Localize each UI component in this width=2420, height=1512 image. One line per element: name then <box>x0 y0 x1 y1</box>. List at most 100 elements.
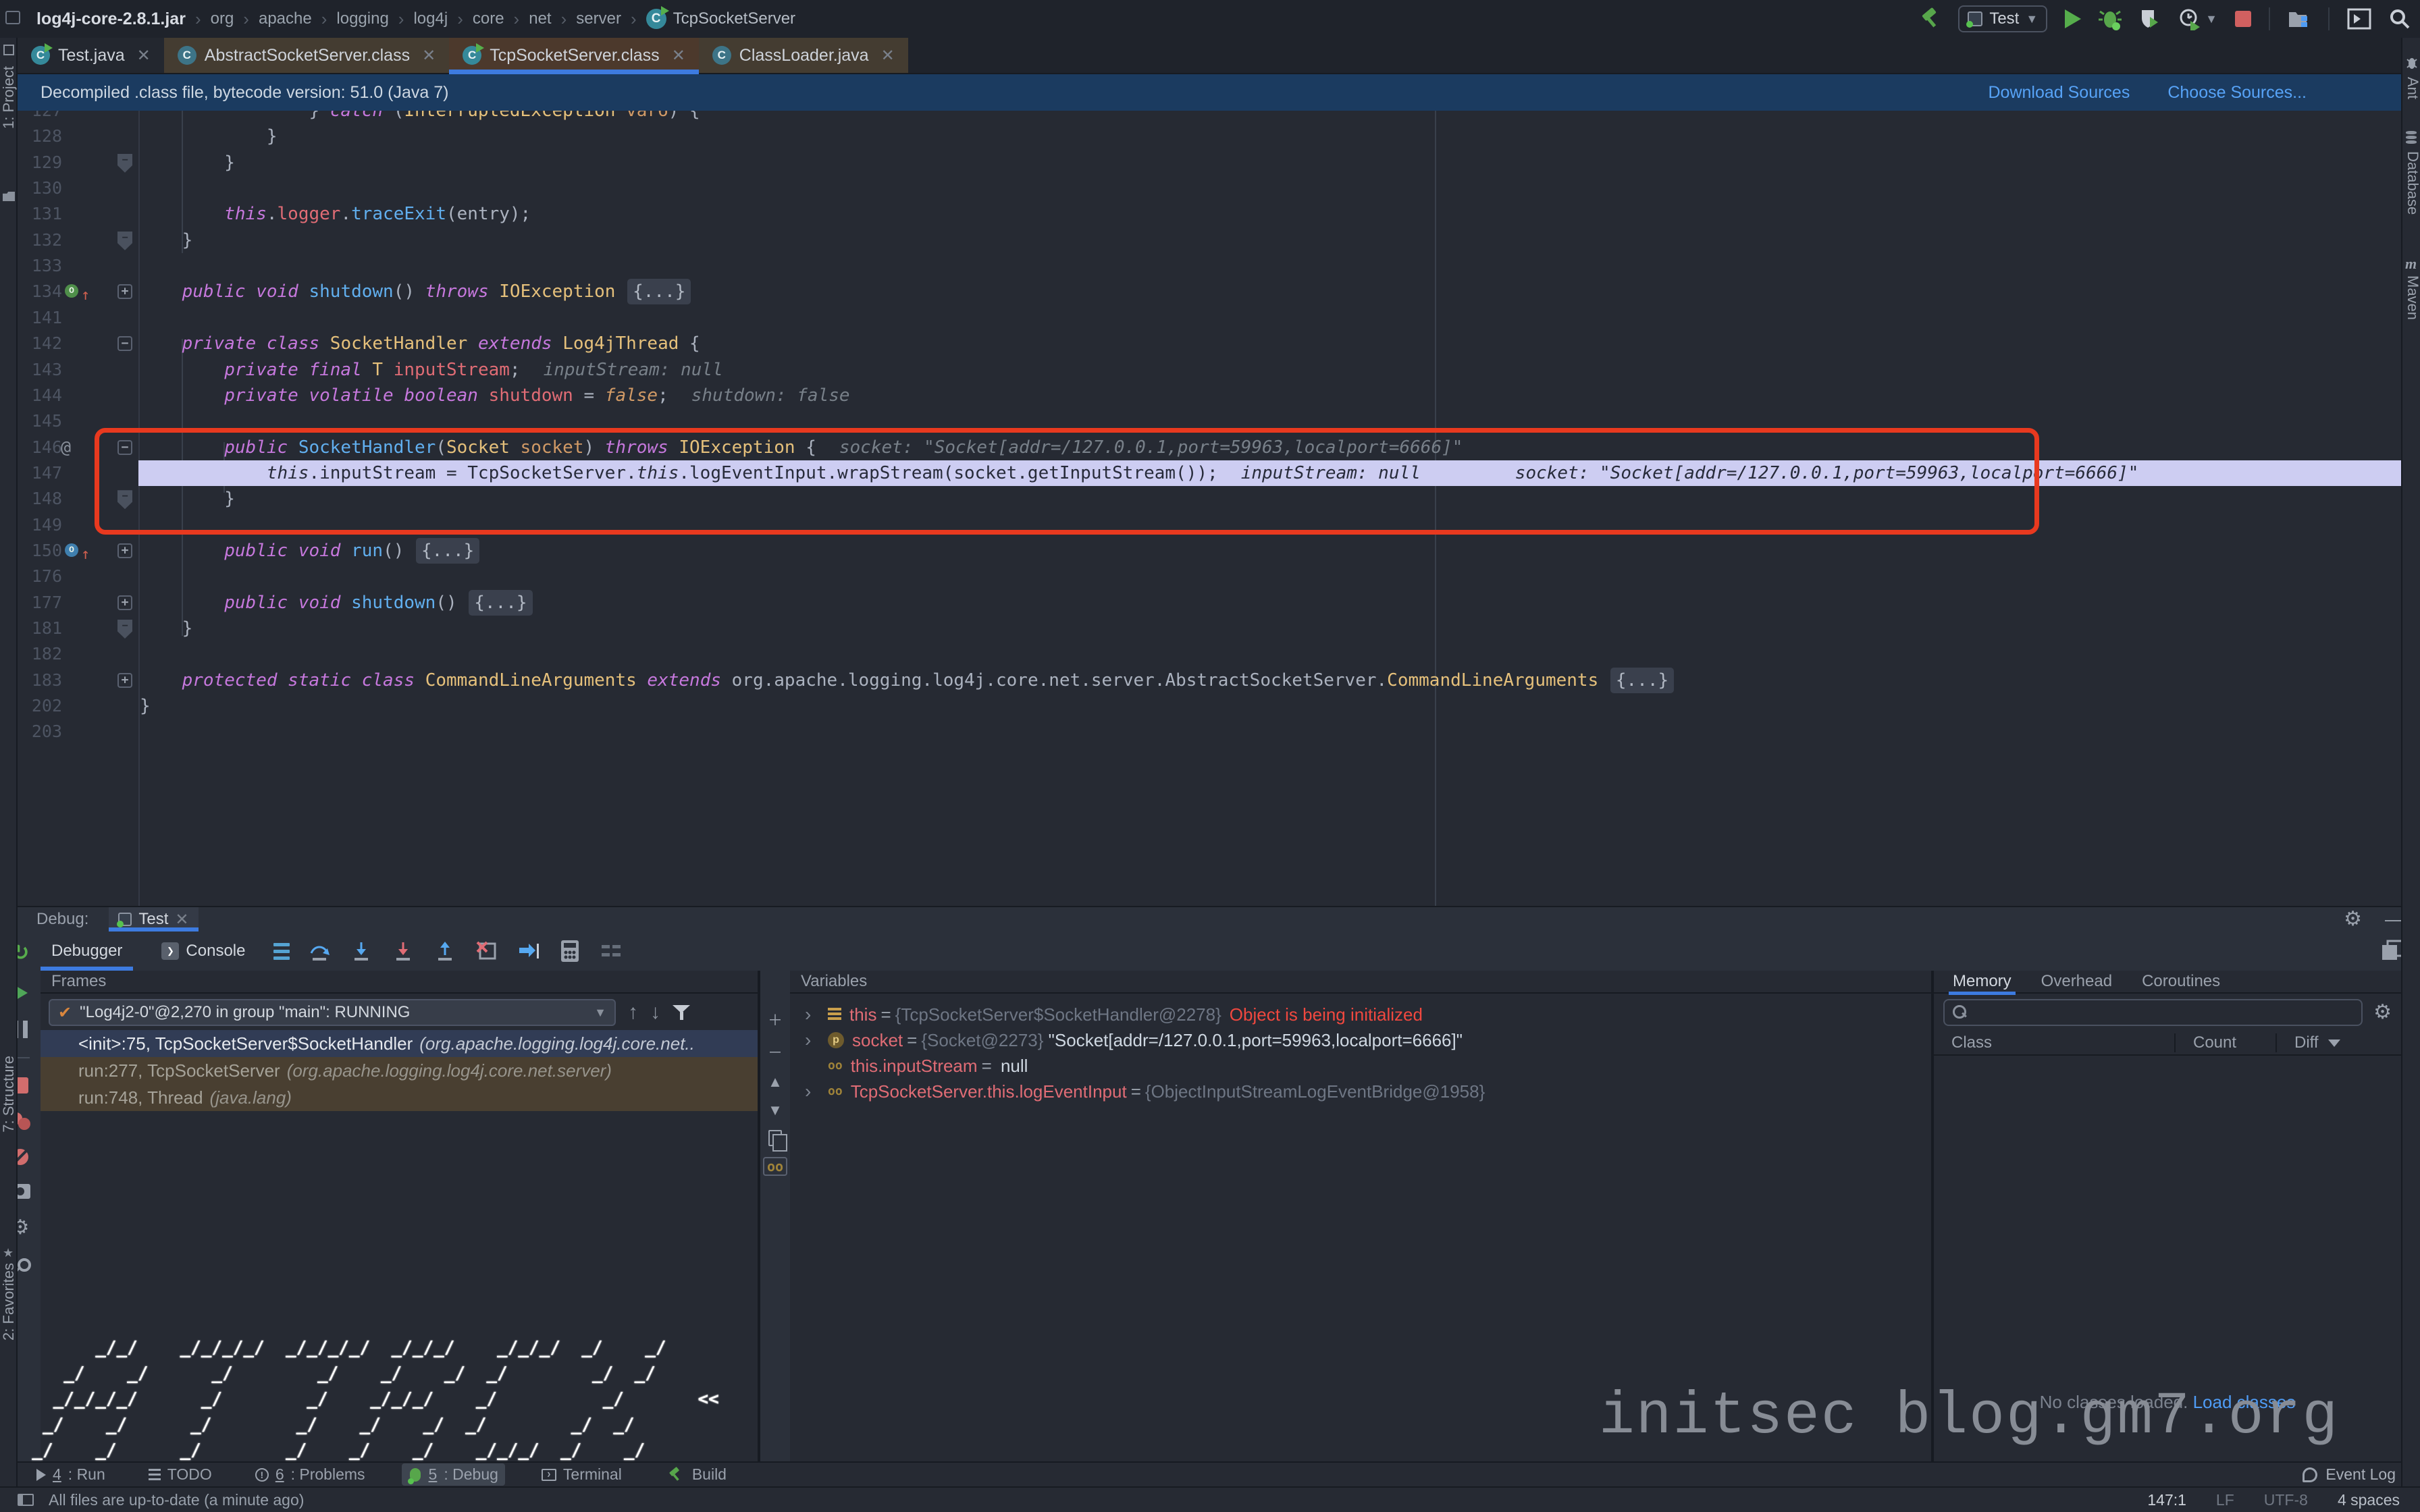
step-over-icon[interactable] <box>307 940 332 963</box>
close-icon[interactable]: ✕ <box>137 46 151 65</box>
restore-layout-icon[interactable] <box>2381 940 2404 963</box>
editor-tab[interactable]: CClassLoader.java✕ <box>699 38 908 73</box>
toolwindow-button-debug[interactable]: 5: Debug <box>402 1463 505 1486</box>
project-structure-icon[interactable] <box>2288 8 2311 30</box>
force-step-into-icon[interactable] <box>391 940 415 963</box>
editor-tab[interactable]: CTcpSocketServer.class✕ <box>449 38 699 73</box>
column-class[interactable]: Class <box>1951 1033 2174 1052</box>
expand-chevron-icon[interactable]: › <box>805 1004 828 1025</box>
fold-end-icon[interactable]: − <box>117 154 132 173</box>
fold-expand-icon[interactable]: + <box>117 595 132 610</box>
settings-filter-icon[interactable] <box>599 940 623 963</box>
show-watches-icon[interactable]: oo <box>763 1157 787 1176</box>
move-watch-up-icon[interactable]: ▲ <box>768 1073 783 1091</box>
toolwindow-button-build[interactable]: Build <box>658 1463 733 1486</box>
tab-overhead[interactable]: Overhead <box>2041 972 2112 991</box>
fold-expand-icon[interactable]: + <box>117 543 132 558</box>
tab-coroutines[interactable]: Coroutines <box>2142 972 2220 991</box>
close-icon[interactable]: ✕ <box>422 46 436 65</box>
drop-frame-icon[interactable] <box>475 940 499 963</box>
breadcrumb-item[interactable]: net <box>529 9 551 28</box>
file-encoding[interactable]: UTF-8 <box>2264 1491 2308 1509</box>
move-watch-down-icon[interactable]: ▼ <box>768 1102 783 1119</box>
toolwindow-button-run[interactable]: 4: Run <box>30 1463 112 1486</box>
run-button[interactable] <box>2065 9 2081 28</box>
run-to-cursor-icon[interactable] <box>517 940 541 963</box>
layout-options-icon[interactable] <box>273 943 290 960</box>
profiler-button[interactable]: ▼ <box>2178 7 2217 30</box>
toolwindow-button-problems[interactable]: !6: Problems <box>248 1463 372 1486</box>
toolwindow-button-terminal[interactable]: ❯Terminal <box>535 1463 629 1486</box>
next-frame-icon[interactable]: ↓ <box>650 1001 660 1024</box>
breadcrumb-item[interactable]: logging <box>336 9 388 28</box>
add-watch-icon[interactable]: ＋ <box>768 1008 783 1030</box>
variable-row[interactable]: ›psocket={Socket@2273} "Socket[addr=/127… <box>790 1027 1931 1053</box>
run-configuration-selector[interactable]: Test ▼ <box>1958 5 2047 32</box>
breadcrumb-item[interactable]: org <box>211 9 234 28</box>
debug-session-tab[interactable]: Test ✕ <box>109 907 198 932</box>
code-editor[interactable]: 127 } catch (InterruptedException var6) … <box>18 74 2401 906</box>
tab-memory[interactable]: Memory <box>1953 972 2011 991</box>
previous-frame-icon[interactable]: ↑ <box>628 1001 638 1024</box>
variable-row[interactable]: ›this={TcpSocketServer$SocketHandler@227… <box>790 1002 1931 1027</box>
download-sources-link[interactable]: Download Sources <box>1988 83 2130 103</box>
fold-collapse-icon[interactable]: − <box>117 336 132 351</box>
memory-settings-gear-icon[interactable]: ⚙ <box>2373 1002 2392 1023</box>
search-everywhere-icon[interactable] <box>2389 8 2411 30</box>
stack-frame-row[interactable]: run:277, TcpSocketServer(org.apache.logg… <box>41 1057 758 1084</box>
editor-tab[interactable]: CTest.java✕ <box>18 38 164 73</box>
sidebar-item-structure[interactable]: 7: Structure <box>0 1056 18 1133</box>
breadcrumb-item[interactable]: core <box>473 9 504 28</box>
stack-frame-row[interactable]: <init>:75, TcpSocketServer$SocketHandler… <box>41 1030 758 1057</box>
breadcrumb-item[interactable]: apache <box>259 9 312 28</box>
sidebar-item-maven[interactable]: Maven <box>2404 275 2420 320</box>
remove-watch-icon[interactable]: － <box>768 1041 783 1062</box>
thread-selector[interactable]: ✔ "Log4j2-0"@2,270 in group "main": RUNN… <box>49 999 616 1026</box>
sidebar-item-ant[interactable]: Ant <box>2404 77 2420 99</box>
choose-sources-link[interactable]: Choose Sources... <box>2167 83 2307 103</box>
stack-frame-row[interactable]: run:748, Thread(java.lang) <box>41 1084 758 1111</box>
expand-chevron-icon[interactable]: › <box>805 1029 828 1051</box>
toolwindow-button-todo[interactable]: TODO <box>142 1463 219 1486</box>
editor-tab[interactable]: CAbstractSocketServer.class✕ <box>164 38 449 73</box>
toolwindow-toggle-icon[interactable] <box>18 1494 34 1506</box>
expand-chevron-icon[interactable]: › <box>805 1081 828 1102</box>
line-ending[interactable]: LF <box>2216 1491 2234 1509</box>
hide-library-frames-icon[interactable] <box>673 1004 690 1021</box>
fold-expand-icon[interactable]: + <box>117 284 132 299</box>
folder-icon[interactable] <box>3 192 15 201</box>
breadcrumb-leaf[interactable]: CTcpSocketServer <box>646 9 795 29</box>
run-anything-icon[interactable] <box>2347 8 2371 30</box>
close-icon[interactable]: ✕ <box>881 46 895 65</box>
breadcrumb-item[interactable]: log4j <box>413 9 448 28</box>
sidebar-item-project[interactable]: 1: Project <box>0 66 18 129</box>
fold-end-icon[interactable]: − <box>117 620 132 639</box>
column-count[interactable]: Count <box>2174 1033 2276 1052</box>
debug-settings-gear-icon[interactable]: ⚙ <box>2344 909 2362 929</box>
close-icon[interactable]: ✕ <box>672 46 685 65</box>
sidebar-item-database[interactable]: Database <box>2404 151 2420 215</box>
fold-expand-icon[interactable]: + <box>117 673 132 688</box>
breadcrumb-jar[interactable]: log4j-core-2.8.1.jar <box>36 9 186 29</box>
tab-debugger[interactable]: Debugger <box>41 932 133 971</box>
step-into-icon[interactable] <box>349 940 373 963</box>
override-marker-icon[interactable]: O <box>65 284 78 298</box>
memory-search-input[interactable] <box>1943 999 2363 1026</box>
run-with-coverage-button[interactable] <box>2139 7 2161 30</box>
column-diff[interactable]: Diff <box>2276 1033 2340 1052</box>
stop-button[interactable] <box>2235 11 2251 27</box>
caret-position[interactable]: 147:1 <box>2147 1491 2186 1509</box>
sidebar-item-favorites[interactable]: 2: Favorites <box>0 1263 18 1341</box>
debug-button[interactable] <box>2099 7 2122 30</box>
evaluate-expression-icon[interactable] <box>558 939 581 963</box>
fold-end-icon[interactable]: − <box>117 232 132 250</box>
indent-setting[interactable]: 4 spaces <box>2338 1491 2400 1509</box>
close-icon[interactable]: ✕ <box>175 910 188 929</box>
variable-row[interactable]: ›ooTcpSocketServer.this.logEventInput={O… <box>790 1079 1931 1104</box>
event-log-button[interactable]: Event Log <box>2303 1465 2396 1484</box>
implement-marker-icon[interactable]: O <box>65 543 78 557</box>
tab-console[interactable]: ❯ Console <box>151 932 256 971</box>
breadcrumb-item[interactable]: server <box>576 9 621 28</box>
variable-row[interactable]: oothis.inputStream= null <box>790 1053 1931 1079</box>
step-out-icon[interactable] <box>433 940 457 963</box>
